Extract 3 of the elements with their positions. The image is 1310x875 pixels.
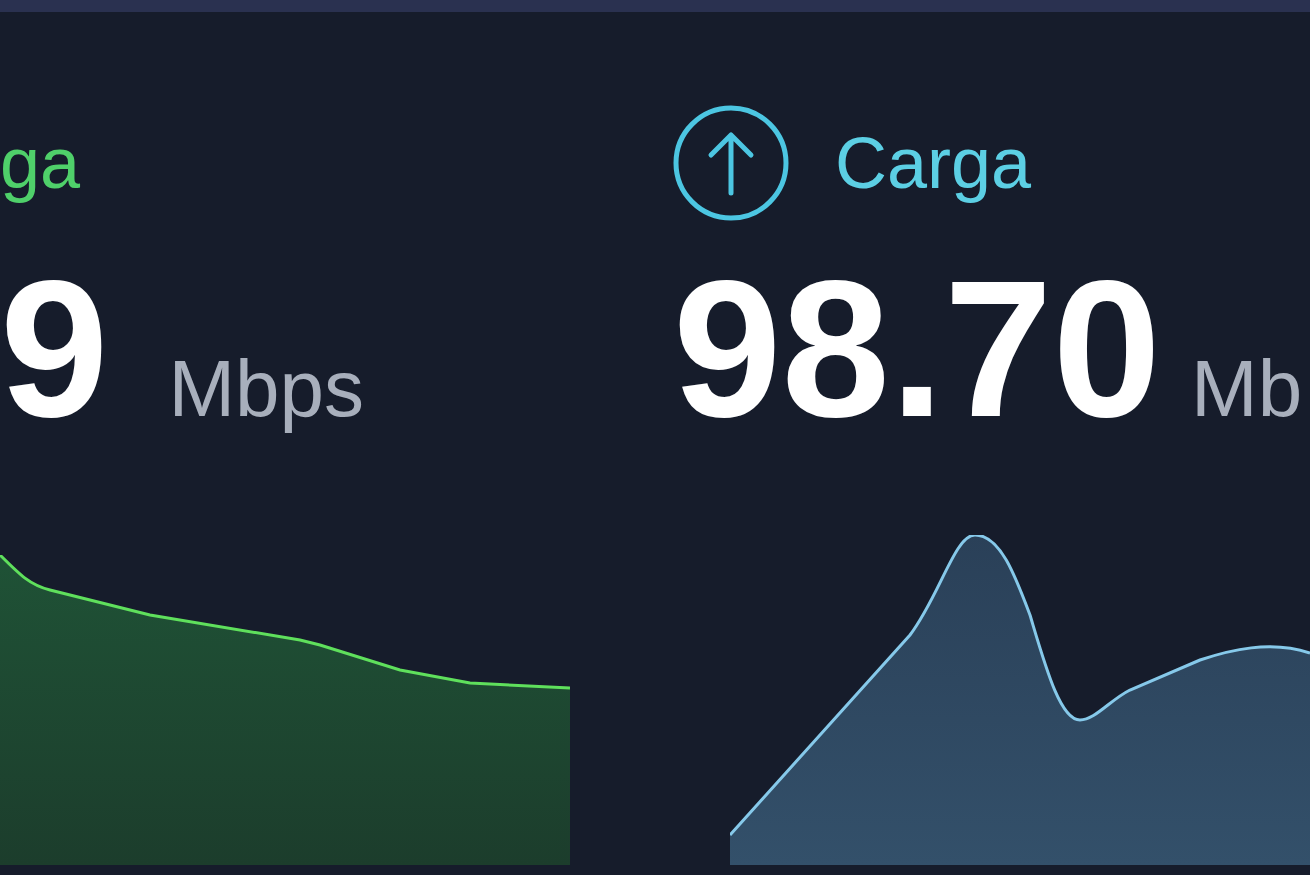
download-speed: 9 — [0, 251, 109, 446]
upload-speed: 98.70 — [673, 251, 1161, 446]
upload-unit: Mb — [1191, 349, 1303, 429]
